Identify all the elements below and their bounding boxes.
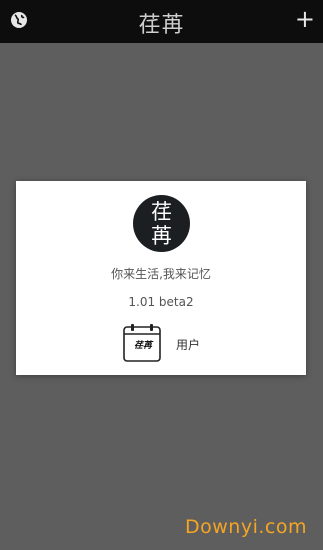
app-logo: 荏 苒 — [133, 195, 190, 252]
top-app-bar: 荏苒 + — [0, 0, 323, 43]
watermark-text: Downyi.com — [185, 516, 307, 538]
logo-char-top: 荏 — [151, 199, 172, 224]
calendar-icon-text: 荏苒 — [133, 341, 152, 351]
app-version: 1.01 beta2 — [128, 295, 194, 309]
app-title: 荏苒 — [138, 13, 185, 38]
user-label[interactable]: 用户 — [176, 336, 200, 353]
calendar-icon[interactable]: 荏苒 — [122, 323, 162, 363]
about-dialog: 荏 苒 你来生活,我来记忆 1.01 beta2 荏苒 用户 — [16, 181, 306, 375]
logo-char-bottom: 苒 — [151, 223, 172, 248]
plus-icon[interactable]: + — [295, 5, 315, 33]
app-slogan: 你来生活,我来记忆 — [111, 267, 211, 281]
